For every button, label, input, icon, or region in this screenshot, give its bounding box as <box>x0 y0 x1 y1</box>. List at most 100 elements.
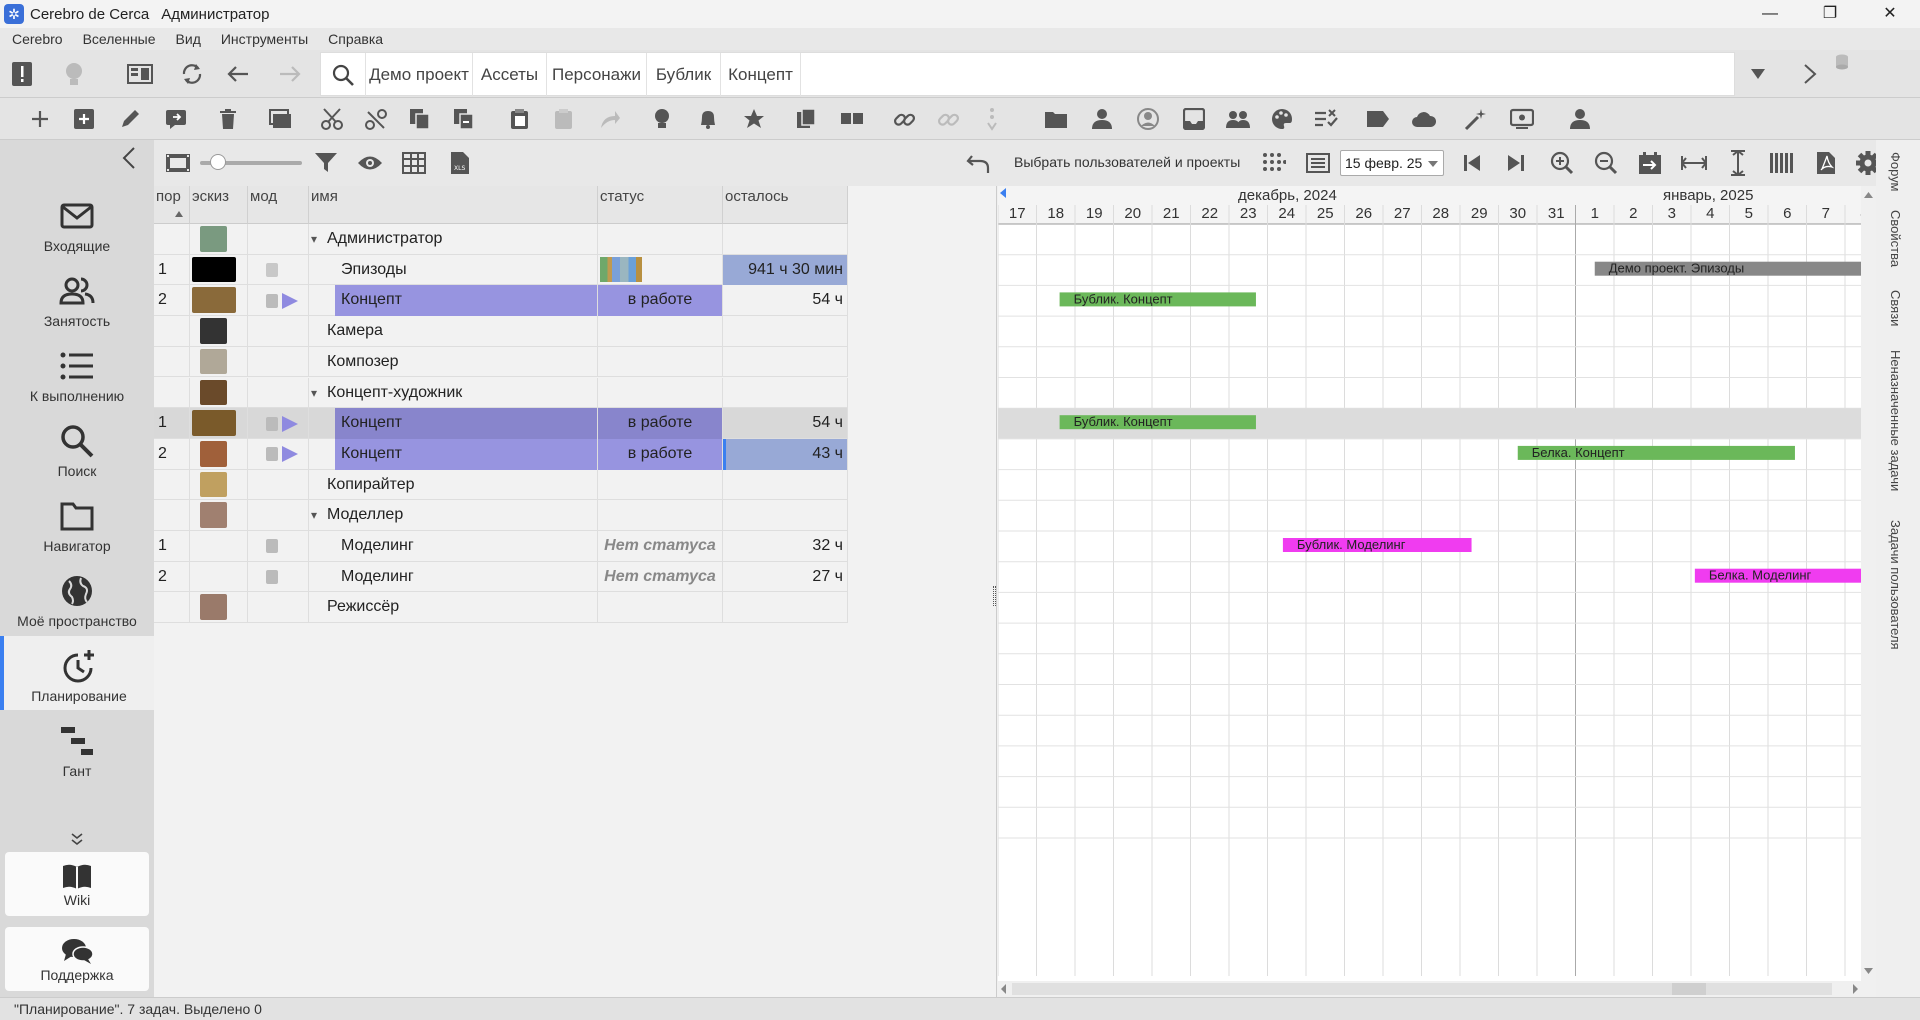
table-row[interactable]: ▾ Концепт-художник <box>154 377 848 409</box>
unlink-icon[interactable] <box>930 101 966 137</box>
move-arrow-icon[interactable] <box>592 101 628 137</box>
sidebar-item-planning[interactable]: Планирование <box>0 636 154 710</box>
tab-bublik[interactable]: Бублик <box>647 53 721 97</box>
checklist-icon[interactable] <box>1308 101 1344 137</box>
menu-cerebro[interactable]: Cerebro <box>0 31 71 47</box>
table-row[interactable]: 2 Концепт в работе 54 ч <box>154 285 848 317</box>
pdf-export-icon[interactable] <box>1808 145 1844 181</box>
column-header-remaining[interactable]: осталось <box>723 186 848 224</box>
star-icon[interactable] <box>736 101 772 137</box>
side-tab-unassigned[interactable]: Неназначенные задачи <box>1888 350 1903 491</box>
split-icon[interactable] <box>834 101 870 137</box>
grid-icon[interactable] <box>396 145 432 181</box>
dropdown-triangle-icon[interactable] <box>1740 56 1776 92</box>
side-tab-forum[interactable]: Форум <box>1888 152 1903 192</box>
tag-icon[interactable] <box>1360 101 1396 137</box>
assign-user-icon[interactable] <box>1562 101 1598 137</box>
database-icon[interactable] <box>1830 50 1854 74</box>
date-picker[interactable]: 15 февр. 25 <box>1340 150 1444 176</box>
copy-icon[interactable] <box>402 101 438 137</box>
side-tab-links[interactable]: Связи <box>1888 290 1903 326</box>
slider-handle[interactable] <box>210 154 226 170</box>
column-header-status[interactable]: статус <box>598 186 723 224</box>
layout-icon[interactable] <box>122 56 158 92</box>
sidebar-item-todo[interactable]: К выполнению <box>0 336 154 410</box>
menu-universes[interactable]: Вселенные <box>71 31 164 47</box>
user-icon[interactable] <box>1084 101 1120 137</box>
column-header-sketch[interactable]: эскиз <box>190 186 248 224</box>
table-row[interactable]: Композер <box>154 346 848 378</box>
tab-demo-project[interactable]: Демо проект <box>365 53 473 97</box>
forward-arrow-icon[interactable] <box>272 56 308 92</box>
trash-icon[interactable] <box>210 101 246 137</box>
sidebar-item-navigator[interactable]: Навигатор <box>0 486 154 560</box>
screen-icon[interactable] <box>1504 101 1540 137</box>
columns-icon[interactable] <box>1764 145 1800 181</box>
tab-characters[interactable]: Персонажи <box>547 53 647 97</box>
calendar-today-icon[interactable] <box>1632 145 1668 181</box>
sidebar-item-search[interactable]: Поиск <box>0 411 154 485</box>
inbox-icon[interactable] <box>1176 101 1212 137</box>
dots-grid-icon[interactable] <box>1256 145 1292 181</box>
table-row[interactable]: 1 Моделинг Нет статуса 32 ч <box>154 531 848 562</box>
copy-link-icon[interactable] <box>446 101 482 137</box>
sidebar-item-inbox[interactable]: Входящие <box>0 186 154 260</box>
magic-wand-icon[interactable] <box>1458 101 1494 137</box>
last-page-icon[interactable] <box>1498 145 1534 181</box>
zoom-in-icon[interactable] <box>1544 145 1580 181</box>
sidebar-item-my-space[interactable]: Моё пространство <box>0 561 154 635</box>
table-row[interactable]: ▾ Администратор <box>154 224 848 255</box>
menu-tools[interactable]: Инструменты <box>209 31 316 47</box>
stack-icon[interactable] <box>262 101 298 137</box>
side-tab-properties[interactable]: Свойства <box>1888 210 1903 267</box>
play-icon[interactable] <box>282 446 298 463</box>
filter-icon[interactable] <box>308 145 344 181</box>
tab-concept[interactable]: Концепт <box>721 53 801 97</box>
scroll-thumb[interactable] <box>1672 983 1706 995</box>
film-icon[interactable] <box>160 145 196 181</box>
zoom-out-icon[interactable] <box>1588 145 1624 181</box>
wiki-button[interactable]: Wiki <box>5 852 149 916</box>
paste-icon[interactable] <box>502 101 538 137</box>
chevron-right-icon[interactable] <box>1792 56 1828 92</box>
table-row[interactable]: 1 Эпизоды 941 ч 30 мин <box>154 254 848 286</box>
select-users-link[interactable]: Выбрать пользователей и проекты <box>1014 154 1240 170</box>
palette-icon[interactable] <box>1264 101 1300 137</box>
column-header-order[interactable]: пор <box>154 186 190 224</box>
play-icon[interactable] <box>282 415 298 432</box>
column-header-mod[interactable]: мод <box>248 186 309 224</box>
expand-down-icon[interactable] <box>70 832 84 850</box>
expand-caret-icon[interactable]: ▾ <box>311 378 327 409</box>
cut-icon[interactable] <box>314 101 350 137</box>
sidebar-item-workload[interactable]: Занятость <box>0 261 154 335</box>
bell-icon[interactable] <box>690 101 726 137</box>
alert-icon[interactable] <box>4 56 40 92</box>
bulb-icon[interactable] <box>56 56 92 92</box>
table-row[interactable]: 1 Концепт в работе 54 ч <box>154 408 848 439</box>
excel-export-icon[interactable]: XLS <box>442 145 478 181</box>
edit-pencil-icon[interactable] <box>112 101 148 137</box>
first-page-icon[interactable] <box>1454 145 1490 181</box>
idea-icon[interactable] <box>644 101 680 137</box>
close-icon[interactable]: ✕ <box>1860 0 1920 28</box>
support-button[interactable]: Поддержка <box>5 927 149 991</box>
add-icon[interactable] <box>22 101 58 137</box>
table-row[interactable]: ▾ Моделлер <box>154 500 848 531</box>
dependency-icon[interactable] <box>974 101 1010 137</box>
side-tab-user-tasks[interactable]: Задачи пользователя <box>1888 520 1903 650</box>
link-icon[interactable] <box>886 101 922 137</box>
table-row[interactable]: Копирайтер <box>154 469 848 501</box>
table-row[interactable]: 2 Моделинг Нет статуса 27 ч <box>154 561 848 593</box>
folder-icon[interactable] <box>1038 101 1074 137</box>
add-subtask-icon[interactable] <box>66 101 102 137</box>
table-row[interactable]: Режиссёр <box>154 592 848 624</box>
tab-assets[interactable]: Ассеты <box>473 53 547 97</box>
play-icon[interactable] <box>282 292 298 309</box>
undo-icon[interactable] <box>960 145 996 181</box>
eye-icon[interactable] <box>352 145 388 181</box>
fit-width-icon[interactable] <box>1676 145 1712 181</box>
menu-view[interactable]: Вид <box>164 31 209 47</box>
column-header-name[interactable]: имя <box>309 186 598 224</box>
refresh-icon[interactable] <box>174 56 210 92</box>
search-icon[interactable] <box>325 57 361 93</box>
